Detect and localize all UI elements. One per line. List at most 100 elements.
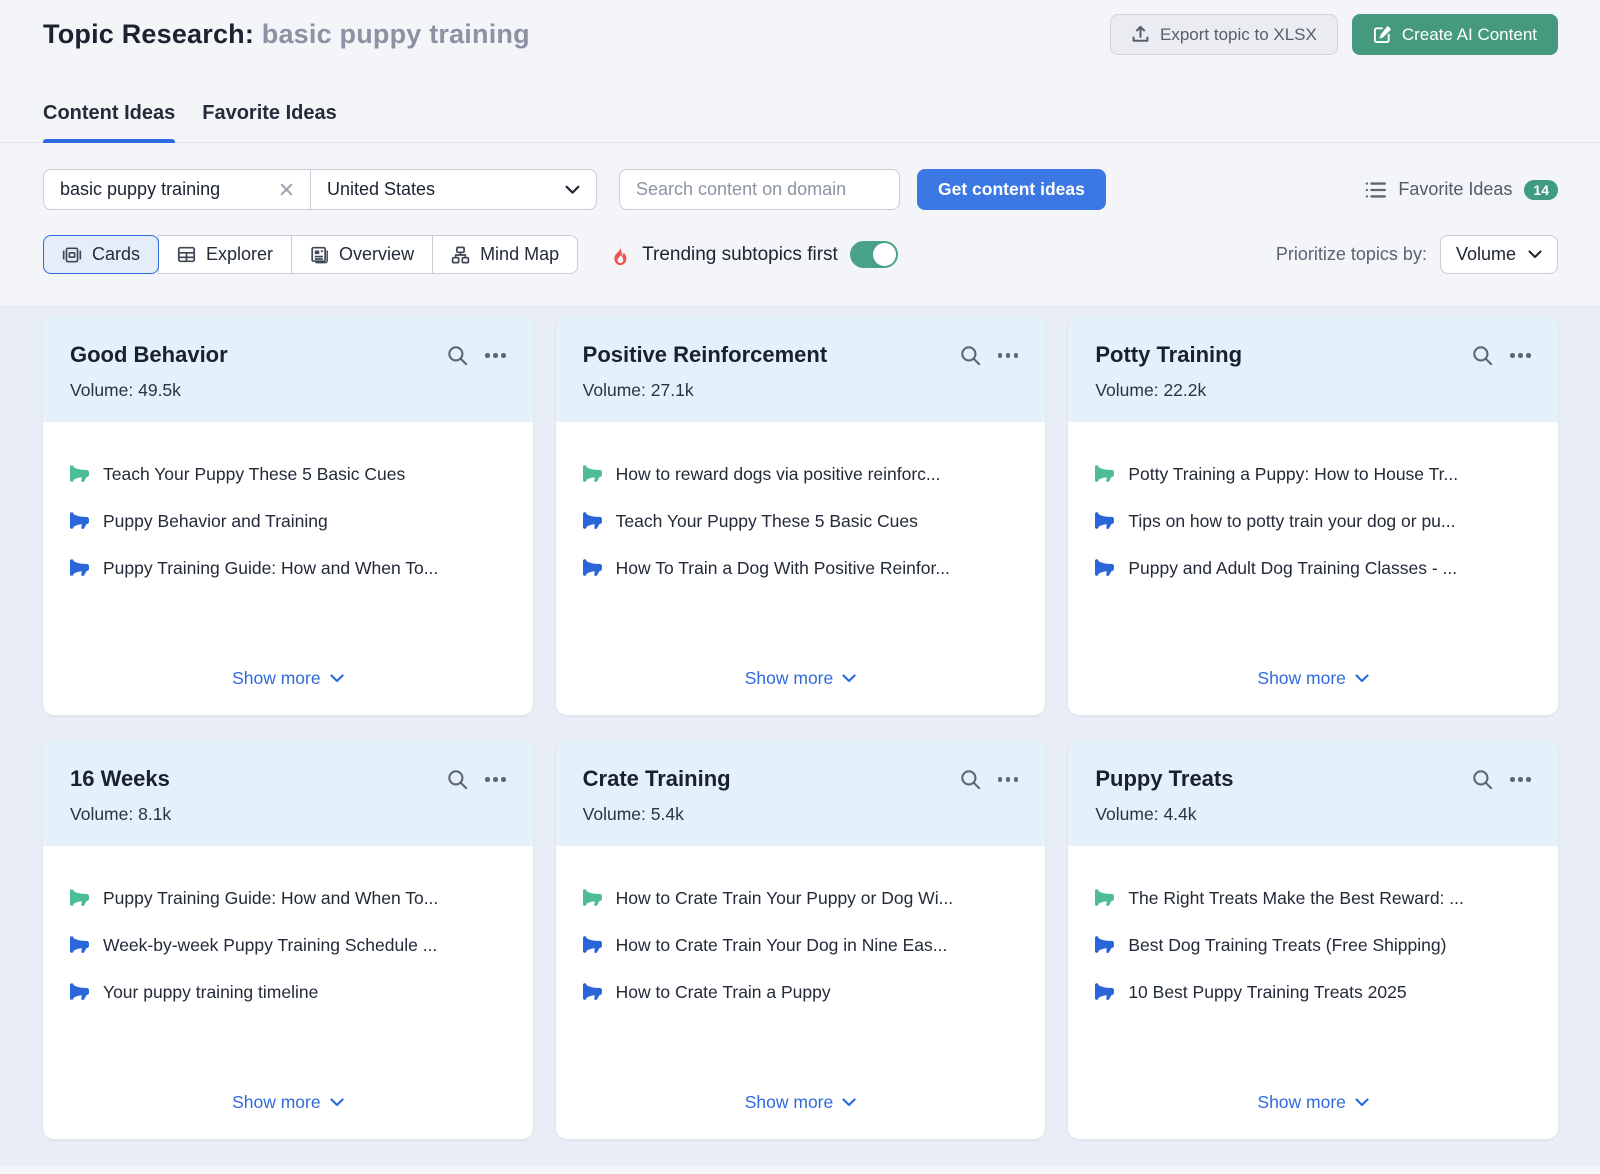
top-section: Topic Research: basic puppy training Exp…	[0, 0, 1600, 305]
show-more-link[interactable]: Show more	[232, 668, 344, 693]
view-mindmap-button[interactable]: Mind Map	[432, 235, 578, 274]
topic-card-header: Potty Training Volume: 22.2k	[1068, 317, 1558, 422]
view-cards-button[interactable]: Cards	[43, 235, 159, 274]
domain-search-input[interactable]	[619, 169, 900, 210]
cards-view-icon	[62, 246, 82, 264]
show-more-link[interactable]: Show more	[745, 1092, 857, 1117]
content-idea-text: 10 Best Puppy Training Treats 2025	[1128, 980, 1406, 1004]
create-ai-content-button[interactable]: Create AI Content	[1352, 14, 1558, 55]
filter-row: United States Get content ideas Favorite…	[0, 169, 1600, 210]
content-idea-item[interactable]: How to reward dogs via positive reinforc…	[583, 462, 1019, 486]
show-more-label: Show more	[232, 668, 321, 689]
megaphone-icon	[70, 933, 89, 954]
topic-card-title: Crate Training	[583, 766, 731, 792]
show-more-label: Show more	[1257, 1092, 1346, 1113]
favorite-ideas-link[interactable]: Favorite Ideas 14	[1365, 179, 1558, 200]
search-icon[interactable]	[447, 769, 468, 790]
more-options-icon[interactable]	[485, 353, 506, 358]
more-options-icon[interactable]	[998, 353, 1019, 358]
search-icon[interactable]	[447, 345, 468, 366]
topic-card-body: How to reward dogs via positive reinforc…	[556, 422, 1046, 715]
more-options-icon[interactable]	[1510, 777, 1531, 782]
content-idea-item[interactable]: Potty Training a Puppy: How to House Tr.…	[1095, 462, 1531, 486]
show-more-link[interactable]: Show more	[745, 668, 857, 693]
tab-content-ideas[interactable]: Content Ideas	[43, 102, 175, 142]
volume-prefix: Volume:	[583, 380, 646, 400]
topic-card: Puppy Treats Volume: 4.4k The Right Trea…	[1068, 741, 1558, 1139]
content-idea-text: Puppy Training Guide: How and When To...	[103, 556, 438, 580]
topic-card-body: The Right Treats Make the Best Reward: .…	[1068, 846, 1558, 1139]
topic-card-title: Potty Training	[1095, 342, 1242, 368]
topic-card-title: Puppy Treats	[1095, 766, 1233, 792]
clear-keyword-icon[interactable]	[279, 182, 294, 197]
more-options-icon[interactable]	[485, 777, 506, 782]
content-idea-item[interactable]: How to Crate Train Your Puppy or Dog Wi.…	[583, 886, 1019, 910]
trending-toggle[interactable]	[850, 241, 898, 268]
keyword-input[interactable]	[60, 179, 267, 200]
topic-card: Good Behavior Volume: 49.5k Teach Your P…	[43, 317, 533, 715]
tab-favorite-ideas[interactable]: Favorite Ideas	[202, 102, 337, 142]
view-cards-label: Cards	[92, 244, 140, 265]
content-idea-item[interactable]: Puppy Behavior and Training	[70, 509, 506, 533]
topic-card: 16 Weeks Volume: 8.1k Puppy Training Gui…	[43, 741, 533, 1139]
content-idea-item[interactable]: Week-by-week Puppy Training Schedule ...	[70, 933, 506, 957]
show-more-link[interactable]: Show more	[232, 1092, 344, 1117]
show-more-link[interactable]: Show more	[1257, 668, 1369, 693]
trending-label: Trending subtopics first	[642, 244, 838, 266]
topic-card-body: Puppy Training Guide: How and When To...…	[43, 846, 533, 1139]
search-icon[interactable]	[1472, 769, 1493, 790]
megaphone-icon	[1095, 556, 1114, 577]
content-idea-item[interactable]: How To Train a Dog With Positive Reinfor…	[583, 556, 1019, 580]
topic-card-title: 16 Weeks	[70, 766, 170, 792]
more-options-icon[interactable]	[1510, 353, 1531, 358]
topic-card-body: Teach Your Puppy These 5 Basic Cues Puppy…	[43, 422, 533, 715]
content-idea-text: Puppy and Adult Dog Training Classes - .…	[1128, 556, 1457, 580]
more-options-icon[interactable]	[998, 777, 1019, 782]
topic-card-volume: Volume: 27.1k	[583, 380, 1019, 401]
country-select-value: United States	[327, 179, 435, 200]
content-idea-item[interactable]: Best Dog Training Treats (Free Shipping)	[1095, 933, 1531, 957]
topic-card-volume: Volume: 22.2k	[1095, 380, 1531, 401]
content-idea-item[interactable]: Puppy Training Guide: How and When To...	[70, 886, 506, 910]
topic-card-title: Good Behavior	[70, 342, 228, 368]
prioritize-control: Prioritize topics by: Volume	[1276, 235, 1558, 274]
search-icon[interactable]	[960, 345, 981, 366]
search-icon[interactable]	[1472, 345, 1493, 366]
megaphone-icon	[70, 886, 89, 907]
chevron-down-icon	[1528, 250, 1542, 259]
view-explorer-button[interactable]: Explorer	[158, 235, 292, 274]
get-content-ideas-button[interactable]: Get content ideas	[917, 169, 1106, 210]
content-idea-text: How to reward dogs via positive reinforc…	[616, 462, 941, 486]
content-idea-text: The Right Treats Make the Best Reward: .…	[1128, 886, 1464, 910]
show-more-link[interactable]: Show more	[1257, 1092, 1369, 1117]
content-idea-text: Puppy Training Guide: How and When To...	[103, 886, 438, 910]
search-icon[interactable]	[960, 769, 981, 790]
favorite-ideas-label: Favorite Ideas	[1398, 179, 1512, 200]
view-overview-button[interactable]: Overview	[291, 235, 433, 274]
prioritize-select[interactable]: Volume	[1440, 235, 1558, 274]
header-actions: Export topic to XLSX Create AI Content	[1110, 14, 1558, 55]
content-idea-item[interactable]: Tips on how to potty train your dog or p…	[1095, 509, 1531, 533]
megaphone-icon	[583, 980, 602, 1001]
document-icon	[310, 246, 329, 264]
content-idea-text: Teach Your Puppy These 5 Basic Cues	[616, 509, 918, 533]
content-idea-item[interactable]: Teach Your Puppy These 5 Basic Cues	[70, 462, 506, 486]
content-idea-item[interactable]: Puppy and Adult Dog Training Classes - .…	[1095, 556, 1531, 580]
content-idea-item[interactable]: How to Crate Train Your Dog in Nine Eas.…	[583, 933, 1019, 957]
upload-icon	[1131, 25, 1150, 44]
content-idea-item[interactable]: The Right Treats Make the Best Reward: .…	[1095, 886, 1531, 910]
megaphone-icon	[1095, 509, 1114, 530]
chevron-down-icon	[1355, 674, 1369, 683]
export-xlsx-button[interactable]: Export topic to XLSX	[1110, 14, 1338, 55]
content-idea-item[interactable]: Teach Your Puppy These 5 Basic Cues	[583, 509, 1019, 533]
content-idea-item[interactable]: Your puppy training timeline	[70, 980, 506, 1004]
content-idea-item[interactable]: How to Crate Train a Puppy	[583, 980, 1019, 1004]
content-idea-text: How to Crate Train a Puppy	[616, 980, 831, 1004]
volume-value: 49.5k	[138, 380, 181, 400]
content-idea-item[interactable]: 10 Best Puppy Training Treats 2025	[1095, 980, 1531, 1004]
favorite-ideas-count-badge: 14	[1524, 180, 1558, 200]
country-select[interactable]: United States	[311, 170, 596, 209]
megaphone-icon	[70, 462, 89, 483]
content-idea-item[interactable]: Puppy Training Guide: How and When To...	[70, 556, 506, 580]
volume-prefix: Volume:	[583, 804, 646, 824]
